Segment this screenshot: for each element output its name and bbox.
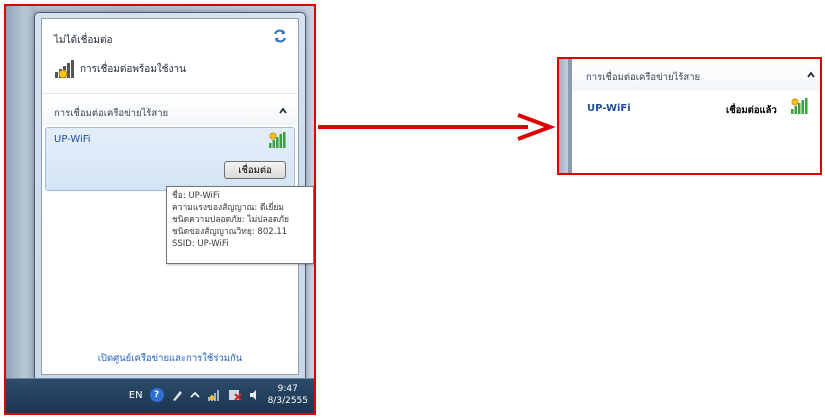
chevron-up-icon[interactable] [806, 70, 816, 80]
zoomed-result-frame: การเชื่อมต่อเครือข่ายไร้สาย UP-WiFi เชื่… [557, 57, 822, 175]
wireless-section-header[interactable]: การเชื่อมต่อเครือข่ายไร้สาย [42, 99, 298, 125]
refresh-icon[interactable] [272, 29, 288, 43]
connections-available-row: การเชื่อมต่อพร้อมใช้งาน [54, 59, 186, 79]
taskbar: EN ? 9:47 8/3/2555 [6, 378, 314, 413]
tooltip-security-type: ชนิดความปลอดภัย: ไม่ปลอดภัย [172, 215, 290, 225]
signal-warning-icon [55, 60, 74, 79]
divider [42, 93, 298, 94]
system-tray: EN ? 9:47 8/3/2555 [129, 383, 308, 407]
wifi-signal-icon [791, 98, 808, 114]
clock-date: 8/3/2555 [267, 396, 308, 406]
help-icon[interactable]: ? [149, 388, 164, 402]
network-tooltip: ชื่อ: UP-WiFi ความแรงของสัญญาณ: ดีเยี่ยม… [166, 186, 314, 264]
tooltip-radio-type: ชนิดของสัญญาณวิทยุ: 802.11 [172, 227, 288, 237]
zoom-section-header[interactable]: การเชื่อมต่อเครือข่ายไร้สาย [572, 59, 820, 91]
arrow-right-icon [318, 113, 556, 141]
volume-icon[interactable] [249, 389, 261, 401]
language-indicator[interactable]: EN [129, 390, 143, 401]
pen-icon[interactable] [171, 388, 183, 402]
tooltip-ssid: SSID: UP-WiFi [172, 239, 229, 249]
wifi-signal-icon [269, 132, 286, 148]
zoom-section-title: การเชื่อมต่อเครือข่ายไร้สาย [586, 72, 701, 83]
tooltip-name: ชื่อ: UP-WiFi [172, 191, 220, 201]
left-screenshot-frame: ไม่ได้เชื่อมต่อ การเชื่อมต่อพร้อมใช้งาน [4, 4, 316, 415]
open-network-center-link[interactable]: เปิดศูนย์เครือข่ายและการใช้ร่วมกัน [42, 351, 298, 366]
connected-status: เชื่อมต่อแล้ว [726, 105, 777, 116]
wireless-section-title: การเชื่อมต่อเครือข่ายไร้สาย [54, 108, 169, 119]
action-center-icon[interactable] [228, 388, 242, 402]
connections-available-label: การเชื่อมต่อพร้อมใช้งาน [80, 63, 186, 75]
show-hidden-icons-icon[interactable] [190, 390, 200, 400]
network-name: UP-WiFi [54, 134, 91, 145]
clock-time: 9:47 [277, 384, 298, 394]
connection-status-title: ไม่ได้เชื่อมต่อ [54, 35, 113, 46]
chevron-up-icon[interactable] [278, 106, 288, 116]
zoom-network-name[interactable]: UP-WiFi [587, 103, 631, 114]
connect-button[interactable]: เชื่อมต่อ [224, 161, 286, 179]
flyout-edge [559, 59, 568, 173]
network-list-item[interactable]: UP-WiFi เชื่อมต่อ [45, 127, 295, 191]
network-tray-icon[interactable] [207, 389, 221, 401]
desktop-background [6, 6, 36, 413]
tooltip-signal-strength: ความแรงของสัญญาณ: ดีเยี่ยม [172, 203, 284, 213]
clock[interactable]: 9:47 8/3/2555 [268, 383, 308, 407]
